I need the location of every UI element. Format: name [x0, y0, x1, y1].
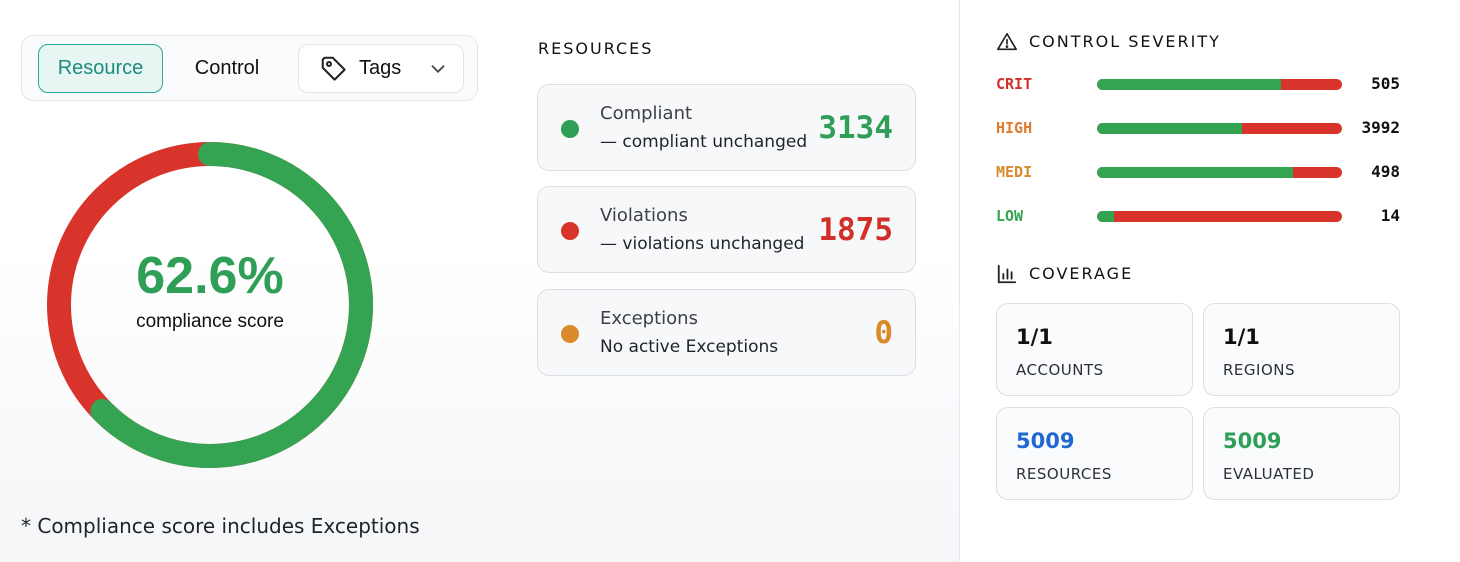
tab-control[interactable]: Control	[172, 44, 282, 93]
coverage-value: 5009	[1223, 429, 1282, 453]
status-dot	[561, 222, 579, 240]
violations-card[interactable]: Violations — violations unchanged 1875	[537, 186, 916, 273]
exceptions-card[interactable]: Exceptions No active Exceptions 0	[537, 289, 916, 376]
severity-bar	[1097, 167, 1342, 178]
coverage-label: RESOURCES	[1016, 465, 1112, 483]
card-label: Violations	[600, 205, 688, 226]
tags-dropdown[interactable]: Tags	[298, 44, 464, 93]
score-footnote: * Compliance score includes Exceptions	[21, 514, 420, 538]
severity-bar	[1097, 79, 1342, 90]
bar-chart-icon	[997, 264, 1017, 284]
resources-title: RESOURCES	[538, 39, 654, 58]
warning-icon	[997, 32, 1017, 51]
card-label: Compliant	[600, 103, 693, 124]
chevron-down-icon	[431, 64, 445, 73]
severity-label: MEDI	[996, 163, 1033, 181]
severity-count: 14	[1380, 206, 1400, 225]
severity-bar	[1097, 211, 1342, 222]
severity-row-low[interactable]: LOW 14	[996, 205, 1400, 227]
coverage-tile-accounts[interactable]: 1/1 ACCOUNTS	[996, 303, 1193, 396]
severity-label: HIGH	[996, 119, 1033, 137]
compliance-score-value: 62.6%	[136, 247, 284, 305]
severity-count: 505	[1371, 74, 1400, 93]
severity-row-crit[interactable]: CRIT 505	[996, 73, 1400, 95]
coverage-value: 1/1	[1016, 325, 1053, 349]
coverage-value: 1/1	[1223, 325, 1260, 349]
card-value: 3134	[818, 110, 893, 146]
severity-count: 3992	[1361, 118, 1400, 137]
severity-count: 498	[1371, 162, 1400, 181]
card-subtext: — violations unchanged	[600, 234, 805, 254]
status-dot	[561, 120, 579, 138]
coverage-title: COVERAGE	[1029, 264, 1134, 283]
severity-row-medi[interactable]: MEDI 498	[996, 161, 1400, 183]
coverage-tile-resources[interactable]: 5009 RESOURCES	[996, 407, 1193, 500]
severity-label: CRIT	[996, 75, 1033, 93]
coverage-label: EVALUATED	[1223, 465, 1315, 483]
severity-bar	[1097, 123, 1342, 134]
coverage-value: 5009	[1016, 429, 1075, 453]
card-subtext: — compliant unchanged	[600, 132, 808, 152]
severity-row-high[interactable]: HIGH 3992	[996, 117, 1400, 139]
coverage-label: REGIONS	[1223, 361, 1295, 379]
coverage-tile-regions[interactable]: 1/1 REGIONS	[1203, 303, 1400, 396]
card-value: 1875	[818, 212, 893, 248]
tab-resource[interactable]: Resource	[38, 44, 163, 93]
coverage-label: ACCOUNTS	[1016, 361, 1104, 379]
card-value: 0	[874, 315, 893, 351]
tags-label: Tags	[359, 57, 402, 79]
card-label: Exceptions	[600, 308, 698, 329]
card-subtext: No active Exceptions	[600, 337, 779, 357]
status-dot	[561, 325, 579, 343]
compliance-score-caption: compliance score	[136, 311, 284, 332]
coverage-tile-evaluated[interactable]: 5009 EVALUATED	[1203, 407, 1400, 500]
tag-icon	[321, 56, 346, 81]
view-selector: Resource Control Tags	[21, 35, 478, 101]
severity-label: LOW	[996, 207, 1024, 225]
compliant-card[interactable]: Compliant — compliant unchanged 3134	[537, 84, 916, 171]
control-severity-title: CONTROL SEVERITY	[1029, 32, 1221, 51]
